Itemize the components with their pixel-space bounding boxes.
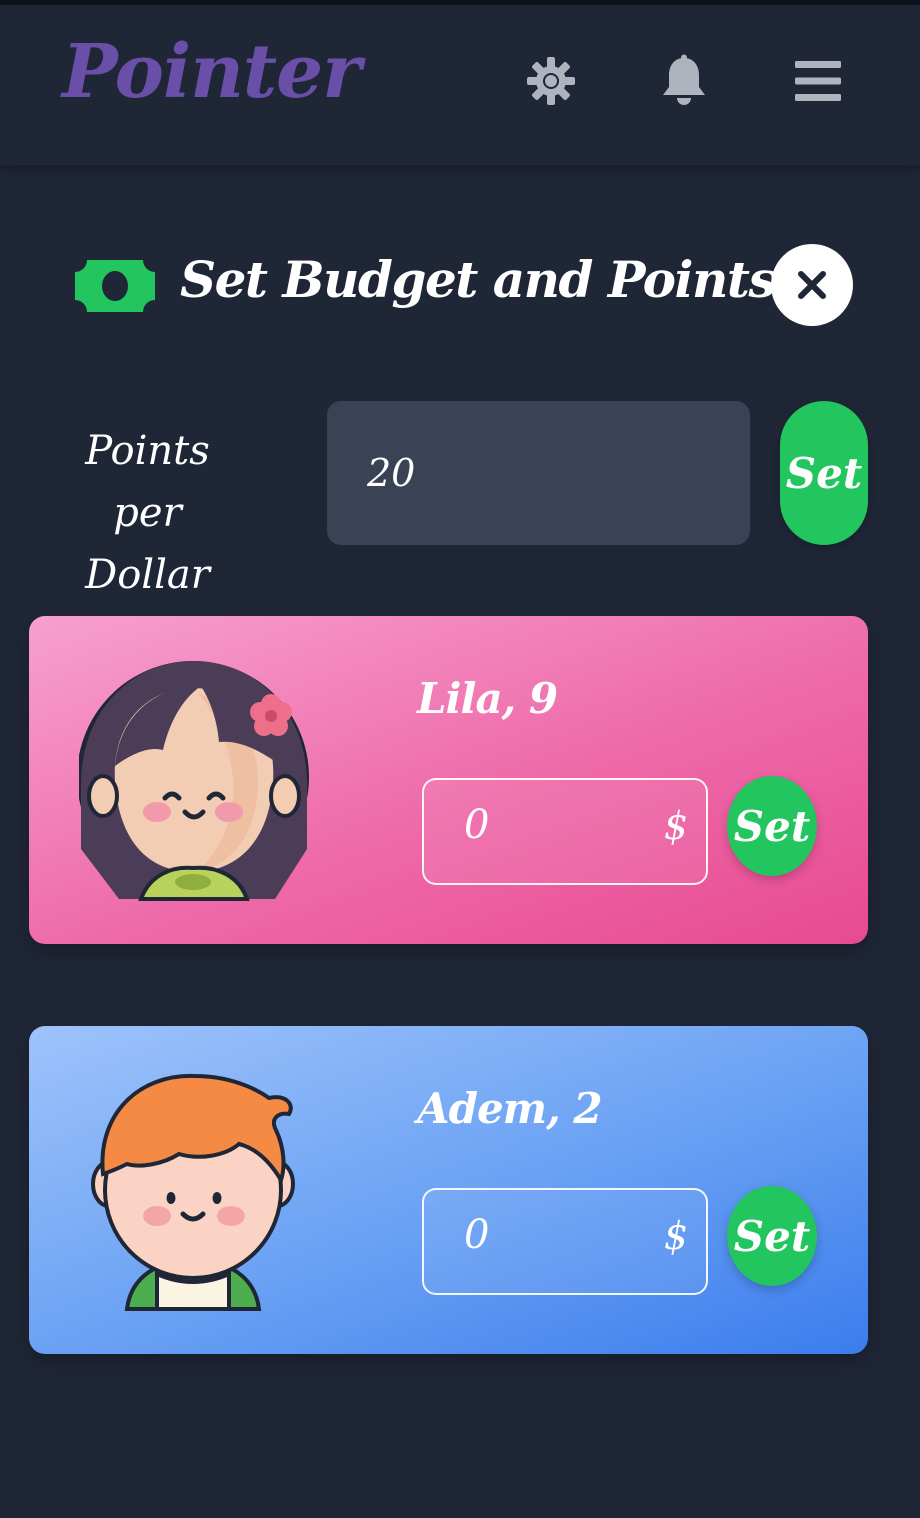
modal-header: Set Budget and Points [0,240,920,330]
budget-value: 0 [464,1212,490,1258]
close-icon [798,271,826,299]
points-per-dollar-label: Points per Dollar [85,428,210,598]
gear-icon[interactable] [523,53,579,109]
kid-card-lila: Lila, 9 0 $ Set [29,616,868,944]
budget-input[interactable]: 0 $ [422,778,708,885]
points-per-dollar-input[interactable] [327,401,750,545]
kid-name: Adem, 2 [417,1084,603,1133]
points-per-dollar-set-button[interactable]: Set [780,401,868,545]
kid-card-adem: Adem, 2 0 $ Set [29,1026,868,1354]
modal-title: Set Budget and Points [180,250,777,309]
budget-set-button[interactable]: Set [727,1186,817,1286]
close-button[interactable] [771,244,853,326]
currency-symbol: $ [663,804,688,848]
budget-input[interactable]: 0 $ [422,1188,708,1295]
money-icon [75,260,155,312]
menu-icon[interactable] [790,53,846,109]
currency-symbol: $ [663,1214,688,1258]
app-logo[interactable]: Pointer [62,29,361,115]
boy-avatar [79,1064,309,1314]
bell-icon[interactable] [656,53,712,109]
budget-value: 0 [464,802,490,848]
girl-avatar [77,654,309,904]
navbar: Pointer [0,5,920,165]
kid-name: Lila, 9 [417,674,558,723]
budget-set-button[interactable]: Set [727,776,817,876]
